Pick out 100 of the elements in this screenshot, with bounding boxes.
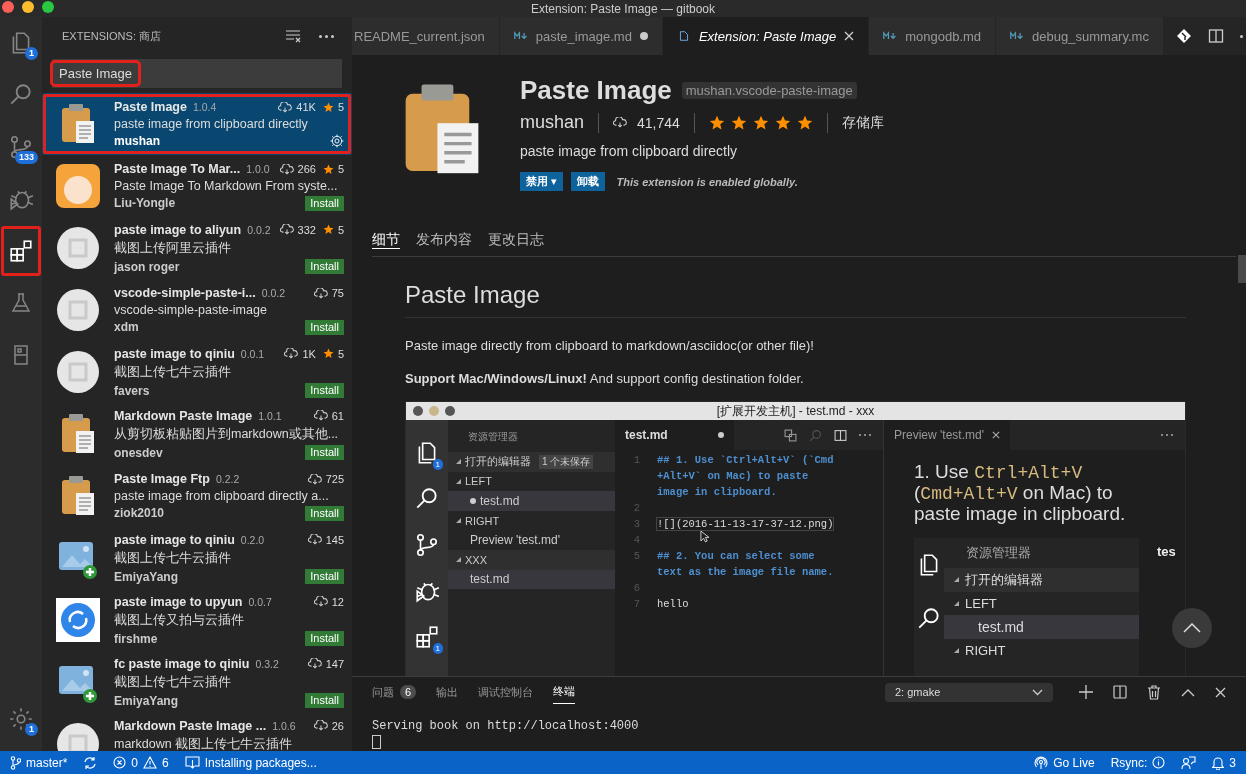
- close-icon[interactable]: [1215, 686, 1226, 698]
- star-icon: [322, 101, 334, 113]
- install-button[interactable]: Install: [305, 631, 344, 646]
- repository-link[interactable]: 存储库: [841, 113, 884, 132]
- editor-tab[interactable]: README_current.json: [352, 17, 500, 55]
- activity-item[interactable]: 1: [0, 17, 42, 69]
- extension-item[interactable]: fc paste image to qiniu 0.3.2 147 截图上传七牛云插件 EmiyaYang Install: [42, 651, 352, 713]
- star-icon: [796, 114, 813, 131]
- install-button[interactable]: Install: [305, 195, 344, 211]
- uninstall-button[interactable]: 卸载: [570, 172, 605, 191]
- extension-description: 截图上传七牛云插件: [114, 363, 232, 381]
- extension-item[interactable]: Paste Image Ftp 0.2.2 725 paste image from clipboard directly a... ziok2010 Install: [42, 465, 352, 527]
- diamond-icon[interactable]: [1175, 28, 1192, 44]
- settings-button[interactable]: 1: [0, 693, 42, 745]
- feedback-icon[interactable]: [1181, 755, 1197, 770]
- extensions-icon: [8, 238, 34, 264]
- star-icon: [322, 163, 334, 175]
- extension-item[interactable]: Paste Image 1.0.4 41K 5 paste image from clipboard directly mushan: [42, 93, 352, 155]
- extension-item[interactable]: paste image to qiniu 0.2.0 145 截图上传七牛云插件 EmiyaYang Install: [42, 527, 352, 589]
- extension-version: 1.0.6: [272, 719, 296, 732]
- editor-tab[interactable]: mongodb.md: [869, 17, 997, 55]
- extension-item[interactable]: paste image to qiniu 0.0.1 1K 5 截图上传七牛云插件 favers Install: [42, 341, 352, 403]
- download-icon: [279, 163, 294, 175]
- sync-icon[interactable]: [83, 755, 98, 770]
- disable-dropdown-button[interactable]: 禁用 ▾: [520, 172, 563, 191]
- download-icon: [313, 720, 328, 731]
- scrollbar[interactable]: [1238, 255, 1246, 283]
- extension-item[interactable]: paste image to upyun 0.0.7 12 截图上传又拍与云插件 firshme Install: [42, 589, 352, 651]
- branch-icon: [10, 755, 21, 770]
- editor-tab[interactable]: debug_summary.mc: [996, 17, 1164, 55]
- maximize-window-button[interactable]: [42, 1, 54, 13]
- rsync-label: Rsync:: [1110, 755, 1148, 770]
- extension-item[interactable]: Markdown Paste Image 1.0.1 61 从剪切板粘贴图片到markdown或其他... onesdev Install: [42, 403, 352, 465]
- trash-icon[interactable]: [1147, 684, 1161, 700]
- status-text: This extension is enabled globally.: [616, 175, 798, 188]
- extension-version: 0.3.2: [255, 657, 279, 670]
- rsync-status[interactable]: Rsync:: [1110, 755, 1166, 770]
- editor-tab[interactable]: paste_image.md: [499, 17, 663, 55]
- code-line: +Alt+V` on Mac) to paste: [657, 470, 809, 482]
- install-button[interactable]: Install: [305, 505, 344, 521]
- expanded-icon: [456, 557, 461, 563]
- bell-icon: [1212, 755, 1225, 770]
- extension-description: paste image from clipboard directly: [520, 143, 739, 159]
- install-button[interactable]: Install: [305, 259, 344, 274]
- branch-name: master*: [26, 755, 68, 770]
- install-button[interactable]: Install: [305, 445, 344, 460]
- task-status[interactable]: Installing packages...: [184, 755, 317, 770]
- install-button[interactable]: Install: [305, 693, 344, 708]
- tab-label: Preview 'test.md': [894, 428, 984, 442]
- terminal-dropdown[interactable]: 2: gmake: [885, 682, 1053, 702]
- readme-paragraph: Support Mac/Windows/Linux! And support config destination folder.: [405, 371, 805, 386]
- branch-status[interactable]: master*: [10, 755, 68, 770]
- markdown-icon: [513, 31, 528, 41]
- download-icon: [313, 596, 328, 607]
- row-label: test.md: [978, 618, 1024, 635]
- extension-item[interactable]: paste image to aliyun 0.0.2 332 5 截图上传阿里云插件 jason roger Install: [42, 217, 352, 279]
- panel-tab[interactable]: 终端: [553, 680, 576, 704]
- code-line: ## 1. Use `Ctrl+Alt+V` (`Cmd: [657, 454, 834, 466]
- detail-tab[interactable]: 细节: [372, 228, 400, 252]
- panel-tab[interactable]: 输出: [436, 680, 459, 704]
- activity-item[interactable]: [0, 225, 42, 277]
- add-icon[interactable]: [1079, 685, 1093, 699]
- extension-placeholder-icon: [56, 226, 100, 270]
- extension-placeholder-icon: [56, 350, 100, 394]
- problems-status[interactable]: 0 6: [113, 755, 169, 770]
- markdown-icon: [1010, 31, 1025, 41]
- close-window-button[interactable]: [2, 1, 14, 13]
- panel-tab[interactable]: 问题 6: [372, 680, 417, 704]
- code-line: text as the image file name.: [657, 566, 834, 578]
- install-button[interactable]: Install: [305, 383, 344, 398]
- split-terminal-icon[interactable]: [1113, 685, 1127, 699]
- count-badge: 1: [25, 723, 38, 736]
- search-field[interactable]: Paste Image: [52, 59, 342, 88]
- download-count: 61: [331, 409, 344, 422]
- download-count: 725: [325, 473, 344, 485]
- settings-icon[interactable]: [330, 134, 344, 148]
- detail-tab[interactable]: 发布内容: [416, 228, 472, 252]
- extension-item[interactable]: Paste Image To Mar... 1.0.0 266 5 Paste Image To Markdown From syste... Liu-Yongle Install: [42, 155, 352, 217]
- panel-tab[interactable]: 调试控制台: [478, 680, 534, 704]
- rating-value: 5: [337, 163, 344, 175]
- split-editor-icon[interactable]: [1207, 28, 1224, 44]
- editor-tab[interactable]: Extension: Paste Image: [662, 17, 870, 55]
- install-button[interactable]: Install: [305, 569, 344, 584]
- go-live-label: Go Live: [1053, 755, 1095, 770]
- scroll-to-top-button[interactable]: [1172, 608, 1212, 648]
- clear-list-icon[interactable]: [285, 29, 301, 43]
- go-live-button[interactable]: Go Live: [1034, 755, 1095, 770]
- expanded-icon: [954, 600, 959, 606]
- section-label: RIGHT: [465, 514, 500, 527]
- extension-item[interactable]: Markdown Paste Image ... 1.0.6 26 markdown 截图上传七牛云插件: [42, 713, 352, 751]
- extension-version: 0.2.0: [240, 533, 265, 546]
- close-icon[interactable]: [844, 31, 855, 41]
- minimize-window-button[interactable]: [22, 1, 34, 13]
- chevron-up-icon[interactable]: [1181, 687, 1195, 697]
- readme-heading: Paste Image: [405, 281, 1186, 318]
- activity-item[interactable]: 133: [0, 121, 42, 173]
- install-button[interactable]: Install: [305, 319, 344, 335]
- notifications-status[interactable]: 3: [1212, 755, 1236, 770]
- detail-tab[interactable]: 更改日志: [488, 228, 544, 252]
- extension-item[interactable]: vscode-simple-paste-i... 0.0.2 75 vscode-simple-paste-image xdm Install: [42, 279, 352, 341]
